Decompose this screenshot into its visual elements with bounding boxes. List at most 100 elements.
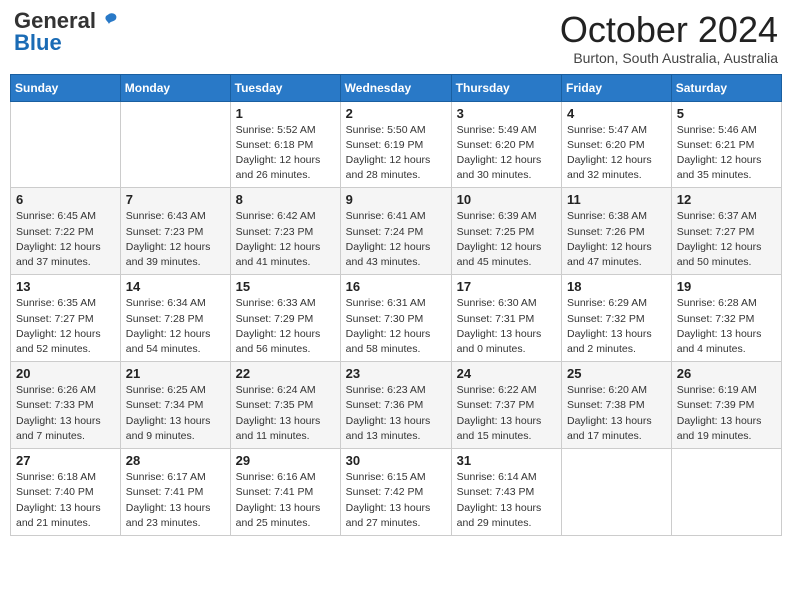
calendar-week-row: 20Sunrise: 6:26 AMSunset: 7:33 PMDayligh… xyxy=(11,362,782,449)
day-number: 23 xyxy=(346,366,446,381)
weekday-header: Wednesday xyxy=(340,74,451,101)
calendar-cell: 6Sunrise: 6:45 AMSunset: 7:22 PMDaylight… xyxy=(11,188,121,275)
calendar-cell: 25 Sunrise: 6:20 AMSunset: 7:38 PMDayligh… xyxy=(562,362,672,449)
day-detail: Sunrise: 6:19 AMSunset: 7:39 PMDaylight:… xyxy=(677,383,776,444)
day-detail: Sunrise: 6:23 AMSunset: 7:36 PMDaylight:… xyxy=(346,383,446,444)
calendar-cell: 20Sunrise: 6:26 AMSunset: 7:33 PMDayligh… xyxy=(11,362,121,449)
day-detail: Sunrise: 5:50 AMSunset: 6:19 PMDaylight:… xyxy=(346,123,446,184)
day-number: 6 xyxy=(16,192,115,207)
calendar-cell xyxy=(671,449,781,536)
calendar-cell: 15 Sunrise: 6:33 AMSunset: 7:29 PMDayligh… xyxy=(230,275,340,362)
logo-bird-icon xyxy=(98,10,120,32)
calendar-cell: 5 Sunrise: 5:46 AMSunset: 6:21 PMDaylight… xyxy=(671,101,781,188)
day-number: 16 xyxy=(346,279,446,294)
calendar-cell: 27 Sunrise: 6:18 AMSunset: 7:40 PMDayligh… xyxy=(11,449,121,536)
page-header: General Blue October 2024 Burton, South … xyxy=(10,10,782,66)
day-number: 1 xyxy=(236,106,335,121)
day-number: 26 xyxy=(677,366,776,381)
day-detail: Sunrise: 6:14 AMSunset: 7:43 PMDaylight:… xyxy=(457,470,556,531)
day-detail: Sunrise: 6:31 AMSunset: 7:30 PMDaylight:… xyxy=(346,296,446,357)
day-number: 13 xyxy=(16,279,115,294)
day-detail: Sunrise: 6:17 AMSunset: 7:41 PMDaylight:… xyxy=(126,470,225,531)
day-number: 3 xyxy=(457,106,556,121)
day-number: 28 xyxy=(126,453,225,468)
day-number: 18 xyxy=(567,279,666,294)
weekday-header: Saturday xyxy=(671,74,781,101)
day-detail: Sunrise: 6:42 AMSunset: 7:23 PMDaylight:… xyxy=(236,209,335,270)
logo-general-text: General xyxy=(14,10,96,32)
calendar-cell: 18 Sunrise: 6:29 AMSunset: 7:32 PMDayligh… xyxy=(562,275,672,362)
day-detail: Sunrise: 6:16 AMSunset: 7:41 PMDaylight:… xyxy=(236,470,335,531)
calendar-cell: 14 Sunrise: 6:34 AMSunset: 7:28 PMDayligh… xyxy=(120,275,230,362)
calendar-cell: 30Sunrise: 6:15 AMSunset: 7:42 PMDayligh… xyxy=(340,449,451,536)
day-number: 27 xyxy=(16,453,115,468)
location-text: Burton, South Australia, Australia xyxy=(560,50,778,66)
day-detail: Sunrise: 6:41 AMSunset: 7:24 PMDaylight:… xyxy=(346,209,446,270)
day-number: 17 xyxy=(457,279,556,294)
day-number: 11 xyxy=(567,192,666,207)
calendar-cell: 12Sunrise: 6:37 AMSunset: 7:27 PMDayligh… xyxy=(671,188,781,275)
day-number: 9 xyxy=(346,192,446,207)
calendar-cell: 22 Sunrise: 6:24 AMSunset: 7:35 PMDayligh… xyxy=(230,362,340,449)
day-detail: Sunrise: 6:30 AMSunset: 7:31 PMDaylight:… xyxy=(457,296,556,357)
day-number: 22 xyxy=(236,366,335,381)
calendar-cell: 3Sunrise: 5:49 AMSunset: 6:20 PMDaylight… xyxy=(451,101,561,188)
calendar-week-row: 27 Sunrise: 6:18 AMSunset: 7:40 PMDayligh… xyxy=(11,449,782,536)
calendar-week-row: 1 Sunrise: 5:52 AMSunset: 6:18 PMDaylight… xyxy=(11,101,782,188)
day-number: 14 xyxy=(126,279,225,294)
day-detail: Sunrise: 6:37 AMSunset: 7:27 PMDaylight:… xyxy=(677,209,776,270)
day-number: 25 xyxy=(567,366,666,381)
calendar-cell: 9 Sunrise: 6:41 AMSunset: 7:24 PMDaylight… xyxy=(340,188,451,275)
day-detail: Sunrise: 6:18 AMSunset: 7:40 PMDaylight:… xyxy=(16,470,115,531)
day-detail: Sunrise: 5:52 AMSunset: 6:18 PMDaylight:… xyxy=(236,123,335,184)
weekday-header: Sunday xyxy=(11,74,121,101)
calendar-cell: 28 Sunrise: 6:17 AMSunset: 7:41 PMDayligh… xyxy=(120,449,230,536)
day-detail: Sunrise: 6:22 AMSunset: 7:37 PMDaylight:… xyxy=(457,383,556,444)
weekday-header: Thursday xyxy=(451,74,561,101)
calendar-cell: 7Sunrise: 6:43 AMSunset: 7:23 PMDaylight… xyxy=(120,188,230,275)
day-detail: Sunrise: 5:47 AMSunset: 6:20 PMDaylight:… xyxy=(567,123,666,184)
calendar-header-row: SundayMondayTuesdayWednesdayThursdayFrid… xyxy=(11,74,782,101)
calendar-cell: 1 Sunrise: 5:52 AMSunset: 6:18 PMDaylight… xyxy=(230,101,340,188)
day-number: 4 xyxy=(567,106,666,121)
logo-blue-text: Blue xyxy=(14,32,62,54)
day-number: 24 xyxy=(457,366,556,381)
day-number: 5 xyxy=(677,106,776,121)
day-detail: Sunrise: 6:43 AMSunset: 7:23 PMDaylight:… xyxy=(126,209,225,270)
calendar-cell: 2Sunrise: 5:50 AMSunset: 6:19 PMDaylight… xyxy=(340,101,451,188)
weekday-header: Tuesday xyxy=(230,74,340,101)
day-number: 30 xyxy=(346,453,446,468)
day-detail: Sunrise: 6:24 AMSunset: 7:35 PMDaylight:… xyxy=(236,383,335,444)
day-detail: Sunrise: 6:34 AMSunset: 7:28 PMDaylight:… xyxy=(126,296,225,357)
calendar-cell: 11 Sunrise: 6:38 AMSunset: 7:26 PMDayligh… xyxy=(562,188,672,275)
day-number: 15 xyxy=(236,279,335,294)
calendar-week-row: 6Sunrise: 6:45 AMSunset: 7:22 PMDaylight… xyxy=(11,188,782,275)
calendar-cell: 4 Sunrise: 5:47 AMSunset: 6:20 PMDaylight… xyxy=(562,101,672,188)
day-detail: Sunrise: 6:20 AMSunset: 7:38 PMDaylight:… xyxy=(567,383,666,444)
day-number: 8 xyxy=(236,192,335,207)
day-detail: Sunrise: 6:39 AMSunset: 7:25 PMDaylight:… xyxy=(457,209,556,270)
day-number: 20 xyxy=(16,366,115,381)
day-detail: Sunrise: 6:38 AMSunset: 7:26 PMDaylight:… xyxy=(567,209,666,270)
calendar-cell: 26 Sunrise: 6:19 AMSunset: 7:39 PMDayligh… xyxy=(671,362,781,449)
calendar-cell: 10 Sunrise: 6:39 AMSunset: 7:25 PMDayligh… xyxy=(451,188,561,275)
calendar-cell: 29 Sunrise: 6:16 AMSunset: 7:41 PMDayligh… xyxy=(230,449,340,536)
logo: General Blue xyxy=(14,10,120,54)
day-number: 29 xyxy=(236,453,335,468)
day-detail: Sunrise: 6:29 AMSunset: 7:32 PMDaylight:… xyxy=(567,296,666,357)
calendar-cell xyxy=(120,101,230,188)
day-number: 31 xyxy=(457,453,556,468)
calendar-cell: 13Sunrise: 6:35 AMSunset: 7:27 PMDayligh… xyxy=(11,275,121,362)
calendar-cell xyxy=(11,101,121,188)
calendar-cell: 21Sunrise: 6:25 AMSunset: 7:34 PMDayligh… xyxy=(120,362,230,449)
day-number: 19 xyxy=(677,279,776,294)
calendar-cell: 17 Sunrise: 6:30 AMSunset: 7:31 PMDayligh… xyxy=(451,275,561,362)
day-number: 21 xyxy=(126,366,225,381)
day-detail: Sunrise: 6:33 AMSunset: 7:29 PMDaylight:… xyxy=(236,296,335,357)
weekday-header: Friday xyxy=(562,74,672,101)
calendar-week-row: 13Sunrise: 6:35 AMSunset: 7:27 PMDayligh… xyxy=(11,275,782,362)
calendar-cell: 31 Sunrise: 6:14 AMSunset: 7:43 PMDayligh… xyxy=(451,449,561,536)
day-number: 10 xyxy=(457,192,556,207)
day-detail: Sunrise: 5:46 AMSunset: 6:21 PMDaylight:… xyxy=(677,123,776,184)
calendar-cell xyxy=(562,449,672,536)
